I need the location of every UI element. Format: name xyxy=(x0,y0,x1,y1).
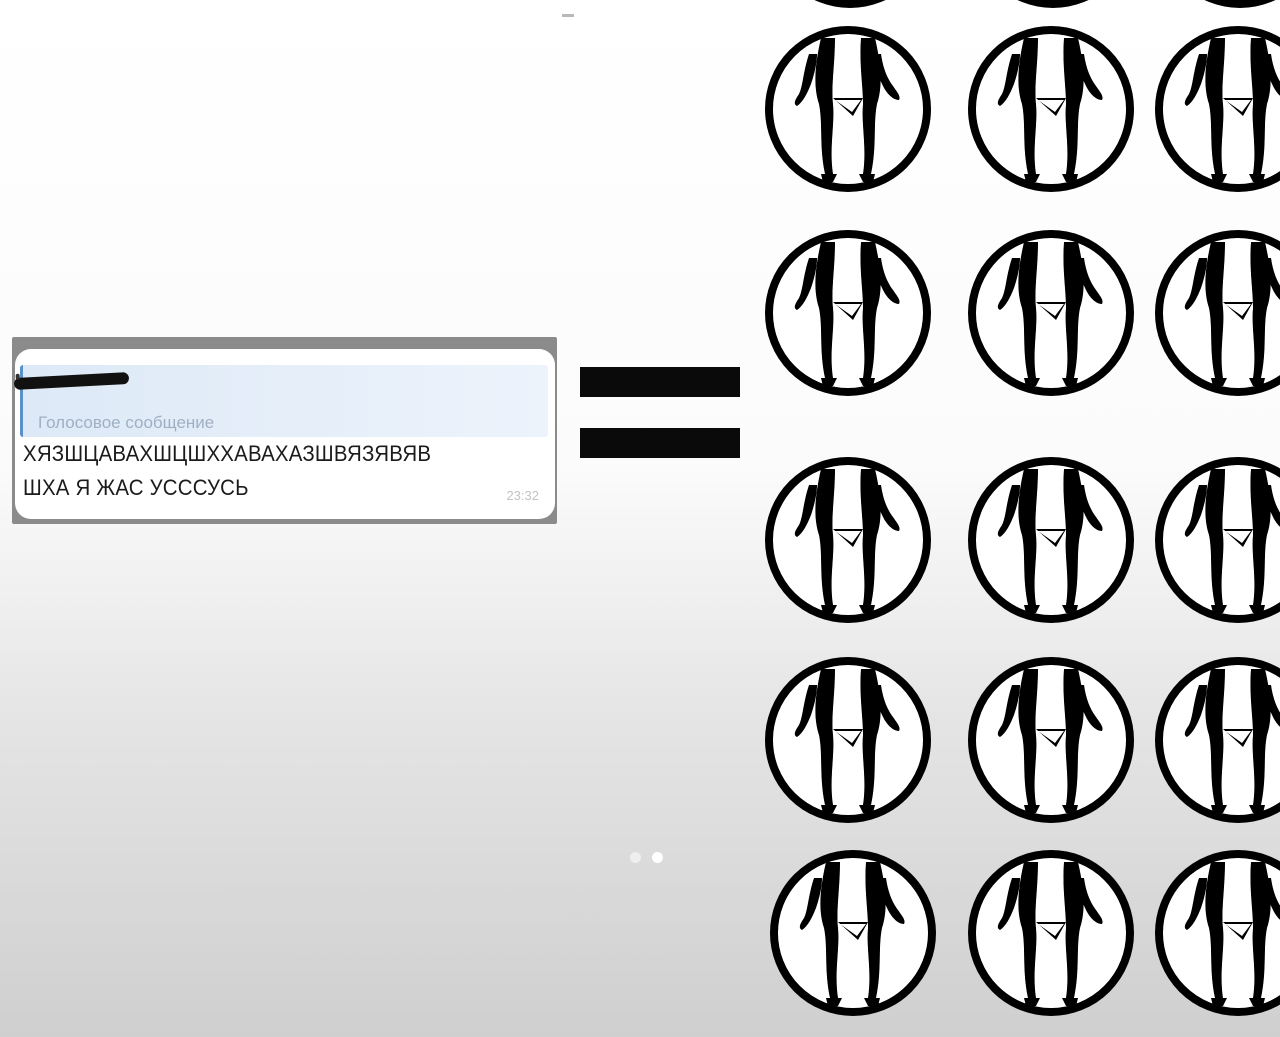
equals-bar-bottom xyxy=(580,428,740,458)
redacted-sender-name xyxy=(13,371,130,391)
pager-dot-1[interactable] xyxy=(630,852,641,863)
voice-message-label: Голосовое сообщение xyxy=(38,413,215,432)
message-text: ХЯЗШЦАВАХШЦШХХАВАХАЗШВЯЗЯВЯВ ШХА Я ЖАС У… xyxy=(23,441,432,500)
legs-emblem-icon xyxy=(763,24,933,194)
legs-emblem-icon xyxy=(1153,655,1280,825)
legs-emblem-icon xyxy=(763,228,933,398)
legs-emblem-icon xyxy=(966,455,1136,625)
legs-emblem-icon xyxy=(765,0,935,10)
legs-emblem-icon xyxy=(966,848,1136,1018)
voice-message-screenshot: Голосовое сообщение ХЯЗШЦАВАХШЦШХХАВАХАЗ… xyxy=(12,337,557,524)
legs-emblem-icon xyxy=(1155,0,1280,10)
legs-emblem-icon xyxy=(1153,848,1280,1018)
message-time: 23:32 xyxy=(506,488,539,503)
legs-emblem-icon xyxy=(966,228,1136,398)
pager-dot-2[interactable] xyxy=(652,852,663,863)
legs-emblem-icon xyxy=(763,655,933,825)
message-bubble: Голосовое сообщение ХЯЗШЦАВАХШЦШХХАВАХАЗ… xyxy=(13,349,555,519)
legs-emblem-icon xyxy=(966,24,1136,194)
legs-emblem-icon xyxy=(968,0,1138,10)
legs-emblem-icon xyxy=(1153,455,1280,625)
legs-emblem-icon xyxy=(763,455,933,625)
legs-emblem-icon xyxy=(768,848,938,1018)
equals-bar-top xyxy=(580,367,740,397)
legs-emblem-icon xyxy=(1153,228,1280,398)
legs-emblem-icon xyxy=(966,655,1136,825)
carousel-pager xyxy=(630,852,663,863)
legs-emblem-icon xyxy=(1153,24,1280,194)
top-edge-mark xyxy=(562,14,574,17)
reply-quote[interactable]: Голосовое сообщение xyxy=(13,365,548,437)
